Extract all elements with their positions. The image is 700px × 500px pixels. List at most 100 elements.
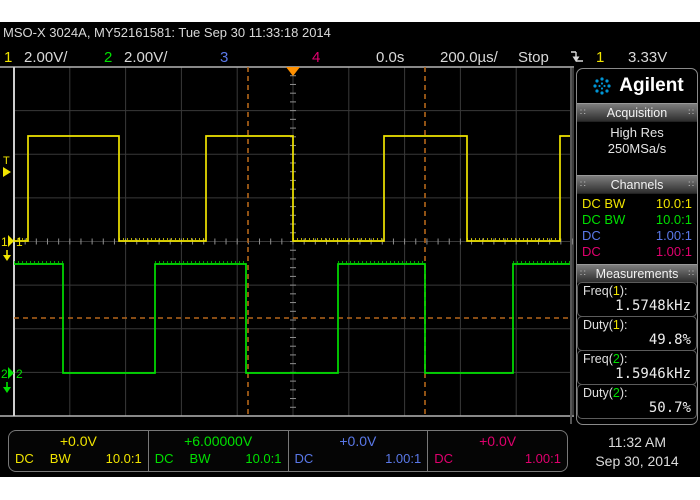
ch1-probe-ratio: 10.0:1 <box>656 196 692 212</box>
ch1-coupling: DC BW <box>582 196 625 212</box>
meas-label: Freq( <box>583 352 613 366</box>
ch1-settings-box[interactable]: +0.0V DC BW 10.0:1 <box>9 431 149 471</box>
meas-label: Duty( <box>583 386 613 400</box>
ch1-bw-limit: BW <box>50 450 71 467</box>
meas-label-close: ): <box>620 318 628 332</box>
ch2-offset: +6.00000V <box>155 433 282 450</box>
meas-label: Duty( <box>583 318 613 332</box>
measurement-row: Freq(1): 1.5748kHz <box>577 282 697 317</box>
ch2-probe-ratio: 10.0:1 <box>656 212 692 228</box>
acquisition-section-header[interactable]: ∷ Acquisition ∷ <box>577 103 697 122</box>
grip-icon: ∷ <box>577 108 589 117</box>
grip-icon: ∷ <box>685 108 697 117</box>
ch2-trace-label: 2 <box>16 367 23 381</box>
grip-icon: ∷ <box>577 269 589 278</box>
acquisition-title: Acquisition <box>589 106 686 120</box>
measurements-body: Freq(1): 1.5748kHz Duty(1): 49.8% Freq(2… <box>577 282 697 419</box>
trigger-level-arrow <box>3 167 11 177</box>
grip-icon: ∷ <box>577 180 589 189</box>
brand-header: Agilent <box>577 69 697 103</box>
status-ch2-number[interactable]: 2 <box>104 49 112 66</box>
channels-title: Channels <box>589 178 686 192</box>
meas-value: 49.8% <box>583 332 691 348</box>
measurement-row: Duty(2): 50.7% <box>577 384 697 419</box>
window-title: MSO-X 3024A, MY52161581: Tue Sep 30 11:3… <box>3 25 331 40</box>
ch3-offset: +0.0V <box>295 433 422 450</box>
grip-icon: ∷ <box>685 269 697 278</box>
trigger-time-marker <box>286 67 300 76</box>
clock: 11:32 AM Sep 30, 2014 <box>576 433 698 471</box>
channel-row: DC BW 10.0:1 <box>577 212 697 228</box>
waveform-display[interactable]: T 11 22 <box>0 66 574 417</box>
brand-name: Agilent <box>619 75 683 97</box>
ch2-settings-box[interactable]: +6.00000V DC BW 10.0:1 <box>149 431 289 471</box>
measurement-row: Duty(1): 49.8% <box>577 316 697 351</box>
ch1-sub-arrow <box>3 255 11 261</box>
ch1-probe: 10.0:1 <box>106 450 142 467</box>
grip-icon: ∷ <box>685 180 697 189</box>
ch4-settings-box[interactable]: +0.0V DC 1.00:1 <box>428 431 567 471</box>
ch2-coupling: DC <box>155 450 174 467</box>
meas-label: Freq( <box>583 284 613 298</box>
meas-value: 1.5748kHz <box>583 298 691 314</box>
ch1-trace-label: 1 <box>16 235 23 249</box>
channel-row: DC BW 10.0:1 <box>577 196 697 212</box>
ch4-offset: +0.0V <box>434 433 561 450</box>
ch2-ground-label: 2 <box>1 367 8 381</box>
meas-channel: 1 <box>613 318 620 332</box>
ch2-sub-arrow <box>3 387 11 393</box>
channels-body: DC BW 10.0:1 DC BW 10.0:1 DC 1.00:1 DC 1… <box>577 194 697 264</box>
ch3-probe: 1.00:1 <box>385 450 421 467</box>
channel-row: DC 1.00:1 <box>577 228 697 244</box>
status-run-state[interactable]: Stop <box>518 49 549 66</box>
agilent-logo-icon <box>590 74 614 98</box>
trigger-level-marker: T <box>3 155 10 167</box>
meas-label-close: ): <box>620 284 628 298</box>
status-trigger-source[interactable]: 1 <box>596 49 604 66</box>
meas-channel: 2 <box>613 352 620 366</box>
channel-row: DC 1.00:1 <box>577 244 697 260</box>
ch2-bw-limit: BW <box>190 450 211 467</box>
status-ch2-scale[interactable]: 2.00V/ <box>124 49 167 66</box>
ch3-coupling: DC <box>582 228 601 244</box>
date: Sep 30, 2014 <box>576 452 698 471</box>
ch1-coupling: DC <box>15 450 34 467</box>
status-timebase[interactable]: 200.0µs/ <box>440 49 498 66</box>
measurement-row: Freq(2): 1.5946kHz <box>577 350 697 385</box>
status-ch1-number[interactable]: 1 <box>4 49 12 66</box>
status-ch1-scale[interactable]: 2.00V/ <box>24 49 67 66</box>
time: 11:32 AM <box>576 433 698 452</box>
status-ch3-number[interactable]: 3 <box>220 49 228 66</box>
graticule[interactable]: T 11 22 <box>0 66 574 417</box>
sample-rate: 250MSa/s <box>577 141 697 157</box>
ch1-offset: +0.0V <box>15 433 142 450</box>
acquisition-body: High Res 250MSa/s <box>577 122 697 175</box>
sidebar-info-panel: Agilent ∷ Acquisition ∷ High Res 250MSa/… <box>576 68 698 425</box>
ch3-coupling: DC <box>295 450 314 467</box>
panel-divider[interactable] <box>570 68 572 424</box>
ch4-probe: 1.00:1 <box>525 450 561 467</box>
meas-channel: 1 <box>613 284 620 298</box>
ch1-ground-label: 1 <box>1 235 8 249</box>
meas-value: 50.7% <box>583 400 691 416</box>
meas-value: 1.5946kHz <box>583 366 691 382</box>
ch4-coupling: DC <box>582 244 601 260</box>
meas-label-close: ): <box>620 386 628 400</box>
measurements-section-header[interactable]: ∷ Measurements ∷ <box>577 264 697 283</box>
acquisition-mode: High Res <box>577 125 697 141</box>
ch2-probe: 10.0:1 <box>245 450 281 467</box>
channel-settings-bar: +0.0V DC BW 10.0:1 +6.00000V DC BW 10.0:… <box>8 430 568 472</box>
ch2-coupling: DC BW <box>582 212 625 228</box>
status-ch4-number[interactable]: 4 <box>312 49 320 66</box>
meas-label-close: ): <box>620 352 628 366</box>
channels-section-header[interactable]: ∷ Channels ∷ <box>577 175 697 194</box>
ch4-probe-ratio: 1.00:1 <box>656 244 692 260</box>
measurements-title: Measurements <box>589 267 686 281</box>
ch3-settings-box[interactable]: +0.0V DC 1.00:1 <box>289 431 429 471</box>
ch3-probe-ratio: 1.00:1 <box>656 228 692 244</box>
meas-channel: 2 <box>613 386 620 400</box>
status-trigger-level[interactable]: 3.33V <box>628 49 667 66</box>
status-delay[interactable]: 0.0s <box>376 49 404 66</box>
ch4-coupling: DC <box>434 450 453 467</box>
scope-screen: MSO-X 3024A, MY52161581: Tue Sep 30 11:3… <box>0 22 700 477</box>
